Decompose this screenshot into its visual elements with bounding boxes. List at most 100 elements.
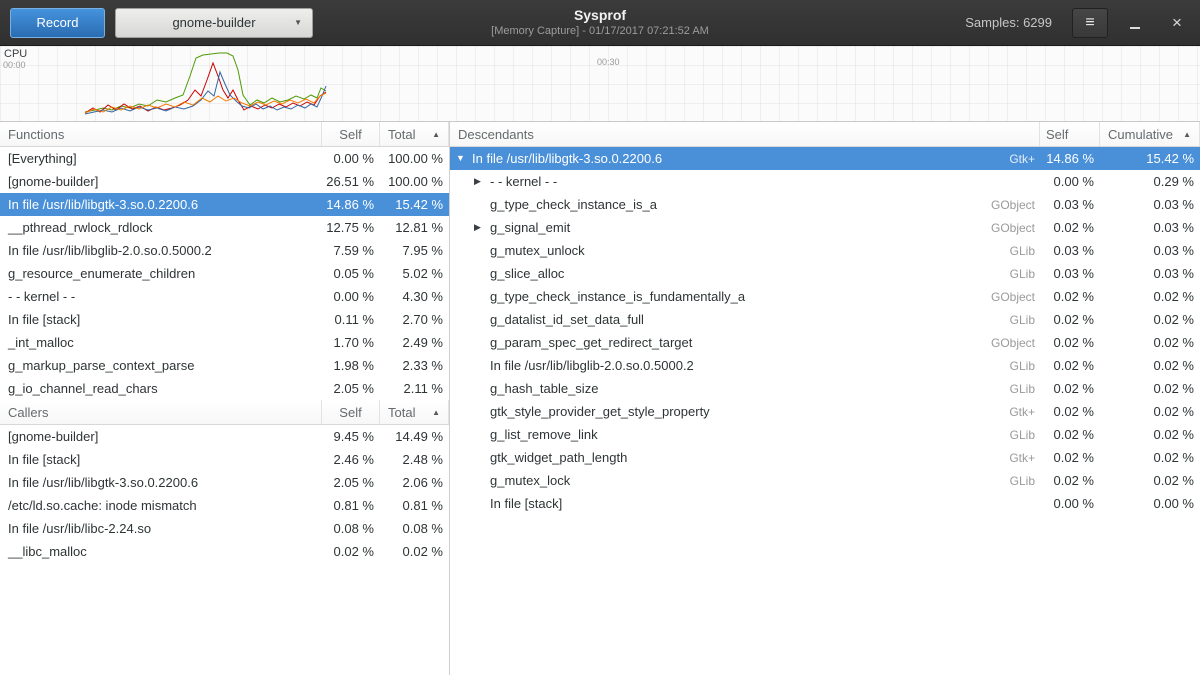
descendants-row[interactable]: g_list_remove_linkGLib0.02 %0.02 % [450, 423, 1200, 446]
self-value: 0.00 % [322, 289, 380, 304]
cpu-usage-graph[interactable]: CPU 00:00 00:30 [0, 46, 1200, 122]
descendants-row[interactable]: g_mutex_unlockGLib0.03 %0.03 % [450, 239, 1200, 262]
descendants-row[interactable]: g_slice_allocGLib0.03 %0.03 % [450, 262, 1200, 285]
self-value: 0.08 % [322, 521, 380, 536]
descendant-name-cell: g_mutex_lockGLib [450, 473, 1040, 488]
descendant-name-cell: ▼In file /usr/lib/libgtk-3.so.0.2200.6Gt… [450, 147, 1040, 170]
descendants-row[interactable]: g_type_check_instance_is_aGObject0.03 %0… [450, 193, 1200, 216]
callers-table-body: [gnome-builder]9.45 %14.49 %In file [sta… [0, 425, 449, 563]
function-name: g_signal_emit [490, 220, 570, 235]
expander-closed-icon[interactable]: ▶ [474, 170, 490, 193]
function-name: In file /usr/lib/libgtk-3.so.0.2200.6 [0, 197, 322, 212]
minimize-button[interactable] [1122, 10, 1148, 36]
cumulative-value: 0.02 % [1100, 427, 1200, 442]
descendants-row[interactable]: In file /usr/lib/libglib-2.0.so.0.5000.2… [450, 354, 1200, 377]
expander-open-icon[interactable]: ▼ [456, 147, 472, 170]
descendants-row[interactable]: gtk_widget_path_lengthGtk+0.02 %0.02 % [450, 446, 1200, 469]
function-name: g_param_spec_get_redirect_target [490, 335, 692, 350]
time-label-start: 00:00 [3, 60, 26, 70]
function-name: In file /usr/lib/libgtk-3.so.0.2200.6 [0, 475, 322, 490]
descendant-name-cell: g_type_check_instance_is_fundamentally_a… [450, 289, 1040, 304]
self-value: 0.11 % [322, 312, 380, 327]
cpu-trace-cpu0 [85, 53, 326, 112]
close-icon: × [1172, 13, 1182, 33]
self-value: 0.02 % [1040, 289, 1100, 304]
functions-row[interactable]: In file /usr/lib/libglib-2.0.so.0.5000.2… [0, 239, 449, 262]
functions-row[interactable]: - - kernel - -0.00 %4.30 % [0, 285, 449, 308]
cumulative-value: 0.02 % [1100, 358, 1200, 373]
self-value: 0.03 % [1040, 266, 1100, 281]
descendants-self-column-header[interactable]: Self [1040, 122, 1100, 146]
descendant-name-cell: In file /usr/lib/libglib-2.0.so.0.5000.2… [450, 358, 1040, 373]
callers-row[interactable]: In file [stack]2.46 %2.48 % [0, 448, 449, 471]
descendants-row[interactable]: In file [stack]0.00 %0.00 % [450, 492, 1200, 515]
total-value: 100.00 % [380, 174, 449, 189]
descendants-row[interactable]: g_mutex_lockGLib0.02 %0.02 % [450, 469, 1200, 492]
functions-self-column-header[interactable]: Self [322, 122, 380, 146]
functions-row[interactable]: In file [stack]0.11 %2.70 % [0, 308, 449, 331]
functions-row[interactable]: In file /usr/lib/libgtk-3.so.0.2200.614.… [0, 193, 449, 216]
menu-button[interactable]: ≡ [1072, 8, 1108, 38]
self-value: 0.00 % [1040, 174, 1100, 189]
descendants-row[interactable]: g_datalist_id_set_data_fullGLib0.02 %0.0… [450, 308, 1200, 331]
self-value: 2.46 % [322, 452, 380, 467]
functions-row[interactable]: __pthread_rwlock_rdlock12.75 %12.81 % [0, 216, 449, 239]
descendant-name-cell: g_slice_allocGLib [450, 266, 1040, 281]
functions-column-header[interactable]: Functions [0, 122, 322, 146]
callers-row[interactable]: /etc/ld.so.cache: inode mismatch0.81 %0.… [0, 494, 449, 517]
functions-row[interactable]: _int_malloc1.70 %2.49 % [0, 331, 449, 354]
callers-row[interactable]: In file /usr/lib/libgtk-3.so.0.2200.6 2.0… [0, 471, 449, 494]
descendants-row[interactable]: ▼In file /usr/lib/libgtk-3.so.0.2200.6Gt… [450, 147, 1200, 170]
target-selector-button[interactable]: gnome-builder ▼ [115, 8, 313, 38]
callers-column-header[interactable]: Callers [0, 400, 322, 424]
descendants-row[interactable]: ▶- - kernel - -0.00 %0.29 % [450, 170, 1200, 193]
category-label: Gtk+ [1009, 451, 1040, 465]
total-value: 12.81 % [380, 220, 449, 235]
functions-total-column-header[interactable]: Total ▲ [380, 122, 449, 146]
functions-row[interactable]: g_markup_parse_context_parse1.98 %2.33 % [0, 354, 449, 377]
cumulative-value: 0.02 % [1100, 335, 1200, 350]
descendant-name-cell: gtk_style_provider_get_style_propertyGtk… [450, 404, 1040, 419]
self-value: 0.03 % [1040, 243, 1100, 258]
callers-self-column-header[interactable]: Self [322, 400, 380, 424]
descendants-row[interactable]: g_type_check_instance_is_fundamentally_a… [450, 285, 1200, 308]
cumulative-value: 0.03 % [1100, 243, 1200, 258]
function-name: g_markup_parse_context_parse [0, 358, 322, 373]
function-name: In file /usr/lib/libc-2.24.so [0, 521, 322, 536]
category-label: GLib [1010, 267, 1040, 281]
functions-table-body: [Everything]0.00 %100.00 %[gnome-builder… [0, 147, 449, 400]
total-value: 2.06 % [380, 475, 449, 490]
self-value: 0.02 % [1040, 220, 1100, 235]
hamburger-icon: ≡ [1085, 14, 1094, 32]
function-name: _int_malloc [0, 335, 322, 350]
functions-row[interactable]: g_io_channel_read_chars2.05 %2.11 % [0, 377, 449, 400]
callers-total-column-header[interactable]: Total ▲ [380, 400, 449, 424]
functions-row[interactable]: [Everything]0.00 %100.00 % [0, 147, 449, 170]
record-button[interactable]: Record [10, 8, 105, 38]
total-value: 2.11 % [380, 381, 449, 396]
descendants-cumulative-column-header[interactable]: Cumulative ▲ [1100, 122, 1200, 146]
category-label: Gtk+ [1009, 152, 1040, 166]
callers-row[interactable]: __libc_malloc0.02 %0.02 % [0, 540, 449, 563]
callers-row[interactable]: In file /usr/lib/libc-2.24.so0.08 %0.08 … [0, 517, 449, 540]
category-label: GObject [991, 198, 1040, 212]
self-value: 0.02 % [1040, 473, 1100, 488]
descendants-row[interactable]: g_hash_table_sizeGLib0.02 %0.02 % [450, 377, 1200, 400]
function-name: In file /usr/lib/libglib-2.0.so.0.5000.2 [0, 243, 322, 258]
self-value: 0.02 % [1040, 335, 1100, 350]
functions-row[interactable]: g_resource_enumerate_children0.05 %5.02 … [0, 262, 449, 285]
descendants-column-header[interactable]: Descendants [450, 122, 1040, 146]
callers-row[interactable]: [gnome-builder]9.45 %14.49 % [0, 425, 449, 448]
function-name: g_hash_table_size [490, 381, 598, 396]
expander-closed-icon[interactable]: ▶ [474, 216, 490, 239]
descendant-name-cell: In file [stack] [450, 496, 1040, 511]
descendants-row[interactable]: ▶g_signal_emitGObject0.02 %0.03 % [450, 216, 1200, 239]
function-name: - - kernel - - [490, 174, 557, 189]
cpu-trace-cpu1 [85, 63, 326, 113]
functions-row[interactable]: [gnome-builder]26.51 %100.00 % [0, 170, 449, 193]
close-button[interactable]: × [1164, 10, 1190, 36]
descendants-row[interactable]: g_param_spec_get_redirect_targetGObject0… [450, 331, 1200, 354]
descendants-row[interactable]: gtk_style_provider_get_style_propertyGtk… [450, 400, 1200, 423]
category-label: GLib [1010, 474, 1040, 488]
descendant-name-cell: ▶g_signal_emitGObject [450, 216, 1040, 239]
